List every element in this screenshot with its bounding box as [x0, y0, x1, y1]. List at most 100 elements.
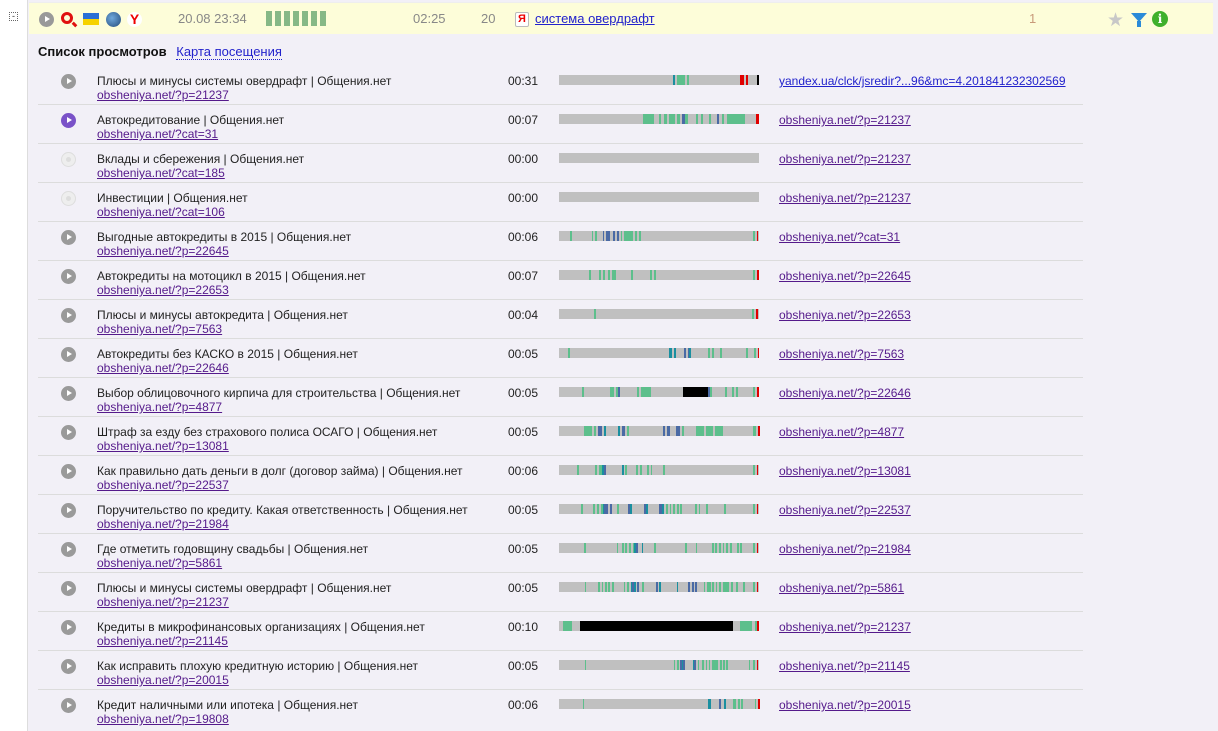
collapse-toggle[interactable]: -: [9, 12, 18, 21]
referrer-link[interactable]: obsheniya.net/?p=22645: [779, 269, 911, 283]
time-on-page: 00:05: [508, 425, 539, 439]
page-title: Поручительство по кредиту. Какая ответст…: [97, 503, 468, 517]
referrer-link[interactable]: obsheniya.net/?p=22537: [779, 503, 911, 517]
page-title: Кредиты в микрофинансовых организациях |…: [97, 620, 425, 634]
referrer-link[interactable]: obsheniya.net/?p=21237: [779, 152, 911, 166]
activity-track: [559, 621, 759, 631]
ukraine-flag-icon: [83, 13, 99, 25]
time-on-page: 00:05: [508, 581, 539, 595]
play-icon[interactable]: [61, 542, 76, 557]
filter-icon[interactable]: [1131, 13, 1147, 27]
activity-segment: [757, 192, 759, 202]
time-on-page: 00:10: [508, 620, 539, 634]
referrer-link[interactable]: obsheniya.net/?p=4877: [779, 425, 904, 439]
activity-segment: [756, 465, 759, 475]
play-icon[interactable]: [61, 308, 76, 323]
referrer-link[interactable]: obsheniya.net/?cat=31: [779, 230, 900, 244]
activity-track: [559, 270, 760, 280]
referrer-link[interactable]: obsheniya.net/?p=22653: [779, 308, 911, 322]
pageview-row: Как исправить плохую кредитную историю |…: [38, 651, 1083, 690]
page-url-link[interactable]: obsheniya.net/?p=21984: [97, 517, 229, 531]
pageview-row: Кредиты в микрофинансовых организациях |…: [38, 612, 1083, 651]
time-on-page: 00:05: [508, 542, 539, 556]
page-url-link[interactable]: obsheniya.net/?p=21237: [97, 595, 229, 609]
play-icon[interactable]: [61, 113, 76, 128]
referrer-link[interactable]: obsheniya.net/?p=21145: [779, 659, 910, 673]
activity-segment: [756, 309, 759, 319]
activity-segment: [757, 387, 760, 397]
page-url-link[interactable]: obsheniya.net/?p=21237: [97, 88, 229, 102]
time-on-page: 00:04: [508, 308, 539, 322]
page-url-link[interactable]: obsheniya.net/?p=4877: [97, 400, 222, 414]
referrer-link[interactable]: obsheniya.net/?p=21237: [779, 191, 911, 205]
play-icon[interactable]: [61, 269, 76, 284]
referrer-link[interactable]: obsheniya.net/?p=13081: [779, 464, 911, 478]
windows-icon: [106, 12, 121, 27]
play-icon[interactable]: [61, 425, 76, 440]
page-url-link[interactable]: obsheniya.net/?p=22645: [97, 244, 229, 258]
tab-visit-map[interactable]: Карта посещения: [176, 44, 282, 60]
referrer-link[interactable]: obsheniya.net/?p=7563: [779, 347, 904, 361]
activity-track: [559, 582, 759, 592]
page-url-link[interactable]: obsheniya.net/?p=20015: [97, 673, 229, 687]
page-url-link[interactable]: obsheniya.net/?cat=185: [97, 166, 225, 180]
referrer-link[interactable]: obsheniya.net/?p=5861: [779, 581, 904, 595]
play-icon[interactable]: [61, 659, 76, 674]
play-icon[interactable]: [61, 230, 76, 245]
play-icon[interactable]: [61, 347, 76, 362]
page-title: Кредит наличными или ипотека | Общения.н…: [97, 698, 358, 712]
page-url-link[interactable]: obsheniya.net/?cat=106: [97, 205, 225, 219]
activity-track: [559, 699, 760, 709]
search-query-link[interactable]: система овердрафт: [535, 11, 655, 26]
page-url-link[interactable]: obsheniya.net/?cat=31: [97, 127, 218, 141]
activity-segment: [757, 348, 760, 358]
page-title: Инвестиции | Общения.нет: [97, 191, 248, 205]
tab-view-list[interactable]: Список просмотров: [38, 44, 167, 59]
pageview-row: Инвестиции | Общения.нет obsheniya.net/?…: [38, 183, 1083, 222]
time-on-page: 00:00: [508, 191, 539, 205]
pageview-row: Плюсы и минусы системы овердрафт | Общен…: [38, 66, 1083, 105]
star-icon[interactable]: ★: [1107, 9, 1124, 32]
page-url-link[interactable]: obsheniya.net/?p=22646: [97, 361, 229, 375]
referrer-link[interactable]: yandex.ua/clck/jsredir?...96&mc=4.201841…: [779, 74, 1066, 88]
play-icon[interactable]: [39, 12, 54, 27]
page-title: Где отметить годовщину свадьбы | Общения…: [97, 542, 369, 556]
page-url-link[interactable]: obsheniya.net/?p=7563: [97, 322, 222, 336]
play-icon[interactable]: [61, 191, 76, 206]
activity-segment: [756, 543, 759, 553]
page-title: Автокредиты без КАСКО в 2015 | Общения.н…: [97, 347, 358, 361]
play-icon[interactable]: [61, 620, 76, 635]
activity-track: [559, 114, 759, 124]
page-url-link[interactable]: obsheniya.net/?p=22537: [97, 478, 229, 492]
play-icon[interactable]: [61, 503, 76, 518]
info-icon[interactable]: i: [1152, 11, 1168, 27]
visit-duration: 02:25: [413, 11, 446, 26]
referrer-link[interactable]: obsheniya.net/?p=21237: [779, 113, 911, 127]
page-url-link[interactable]: obsheniya.net/?p=21145: [97, 634, 228, 648]
play-icon[interactable]: [61, 698, 76, 713]
page-url-link[interactable]: obsheniya.net/?p=13081: [97, 439, 229, 453]
page-url-link[interactable]: obsheniya.net/?p=5861: [97, 556, 222, 570]
visit-summary-row[interactable]: Y 20.08 23:34 02:25 20 Я система овердра…: [29, 2, 1213, 34]
activity-block: [284, 11, 290, 26]
referrer-link[interactable]: obsheniya.net/?p=20015: [779, 698, 911, 712]
referrer-link[interactable]: obsheniya.net/?p=21237: [779, 620, 911, 634]
play-icon[interactable]: [61, 464, 76, 479]
referrer-link[interactable]: obsheniya.net/?p=21984: [779, 542, 911, 556]
activity-block: [302, 11, 308, 26]
play-icon[interactable]: [61, 152, 76, 167]
page-title: Штраф за езду без страхового полиса ОСАГ…: [97, 425, 438, 439]
referrer-link[interactable]: obsheniya.net/?p=22646: [779, 386, 911, 400]
yandex-icon: Я: [515, 12, 529, 27]
page-title: Плюсы и минусы системы овердрафт | Общен…: [97, 581, 392, 595]
page-url-link[interactable]: obsheniya.net/?p=19808: [97, 712, 229, 726]
time-on-page: 00:00: [508, 152, 539, 166]
page-title: Вклады и сбережения | Общения.нет: [97, 152, 305, 166]
pageview-row: Где отметить годовщину свадьбы | Общения…: [38, 534, 1083, 573]
activity-block: [320, 11, 326, 26]
play-icon[interactable]: [61, 581, 76, 596]
page-title: Плюсы и минусы системы овердрафт | Общен…: [97, 74, 392, 88]
page-url-link[interactable]: obsheniya.net/?p=22653: [97, 283, 229, 297]
play-icon[interactable]: [61, 386, 76, 401]
play-icon[interactable]: [61, 74, 76, 89]
